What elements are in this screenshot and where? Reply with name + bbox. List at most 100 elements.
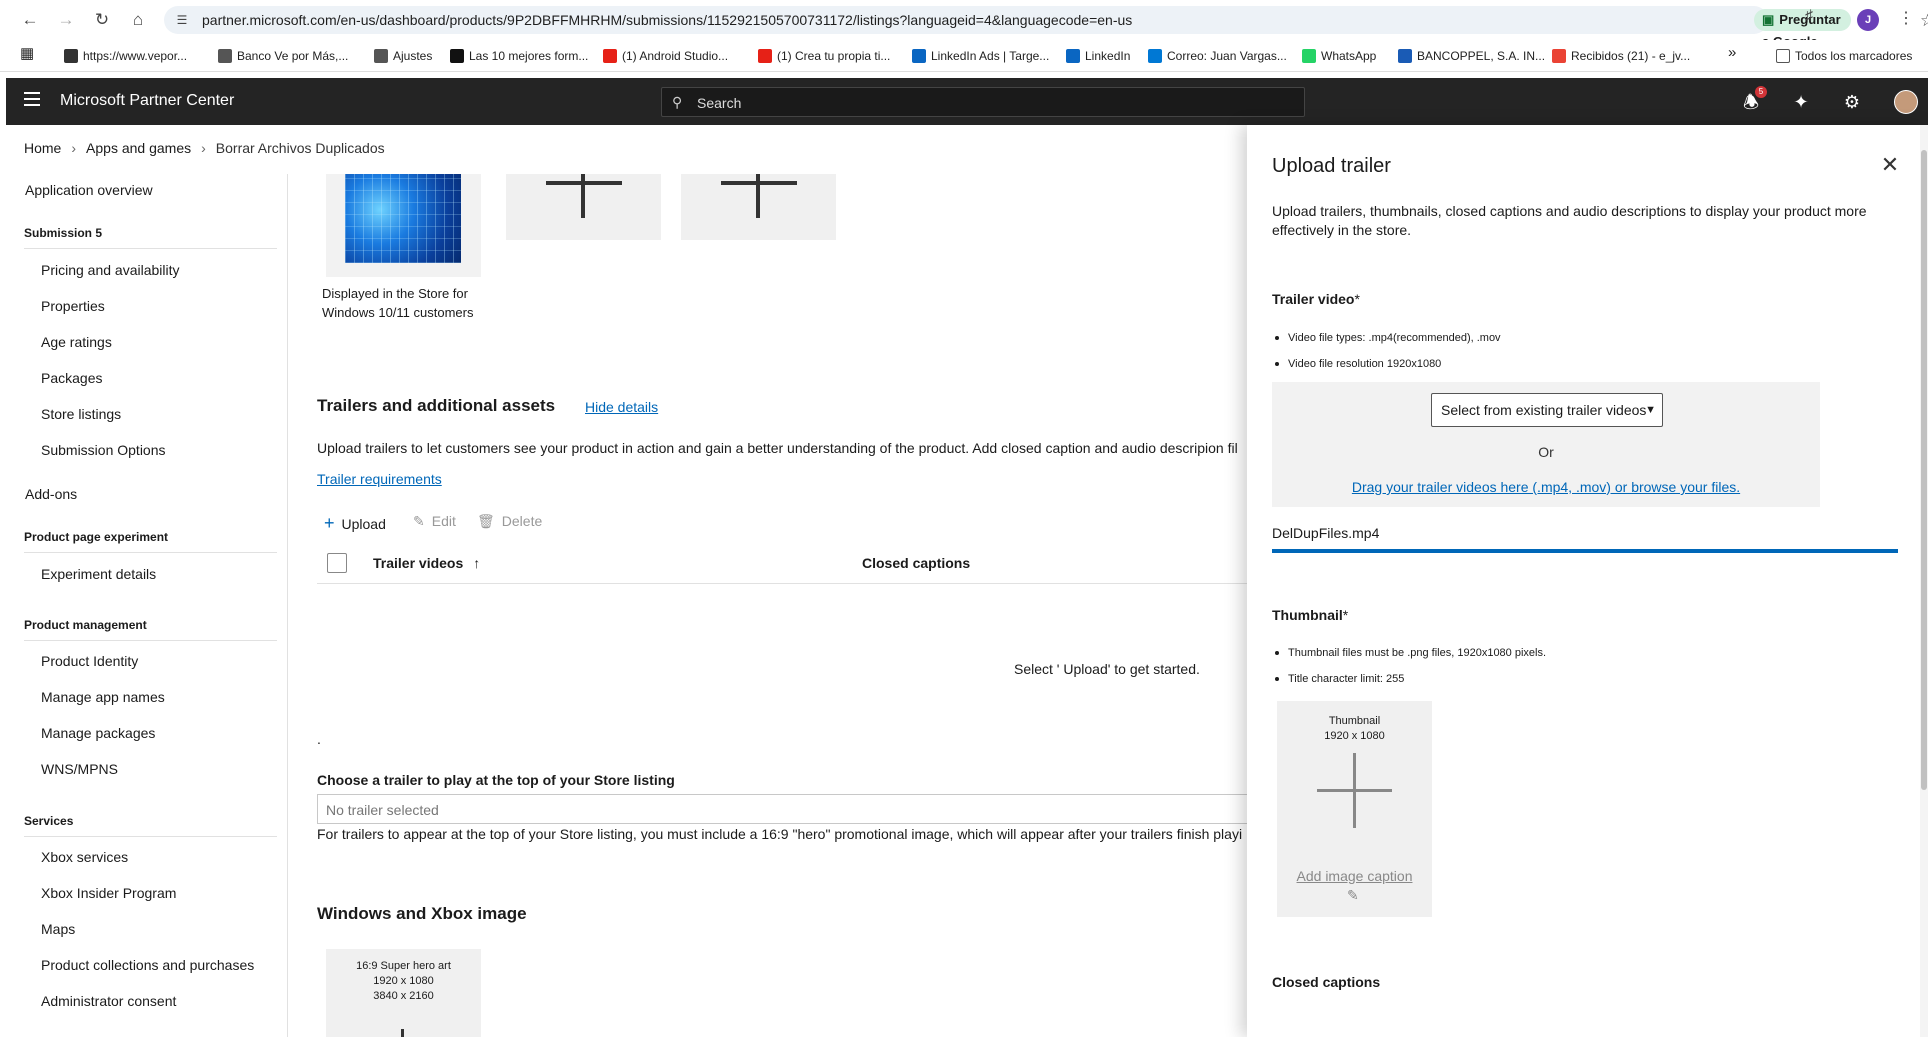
user-avatar[interactable] [1894, 90, 1918, 114]
nav-product-identity[interactable]: Product Identity [41, 653, 138, 669]
bookmark-favicon-icon [1066, 49, 1080, 63]
bookmarks-bar: ▦ https://www.vepor... Banco Ve por Más,.… [0, 40, 1928, 72]
nav-experiment-details[interactable]: Experiment details [41, 566, 156, 582]
thumbnail-upload-tile[interactable]: Thumbnail 1920 x 1080 Add image caption ✎ [1277, 701, 1432, 917]
bookmark-item[interactable]: WhatsApp [1302, 48, 1376, 64]
close-icon[interactable]: ✕ [1878, 153, 1902, 177]
bookmark-favicon-icon [1398, 49, 1412, 63]
settings-gear-icon[interactable]: ⚙ [1840, 90, 1864, 114]
trailer-dropzone[interactable]: Select from existing trailer videos ▼ Or … [1272, 382, 1820, 507]
plus-bar [721, 181, 797, 185]
trailer-requirements-link[interactable]: Trailer requirements [317, 471, 442, 487]
scrollbar-thumb[interactable] [1921, 150, 1927, 790]
address-bar[interactable]: ☰ partner.microsoft.com/en-us/dashboard/… [164, 6, 1928, 49]
choose-trailer-select[interactable]: No trailer selected [317, 794, 1249, 824]
upload-button[interactable]: + Upload [324, 513, 386, 534]
store-logo-image[interactable] [326, 174, 481, 277]
browse-files-link[interactable]: Drag your trailer videos here (.mp4, .mo… [1272, 479, 1820, 495]
plus-bar [1317, 789, 1392, 792]
upload-progress-fill [1272, 549, 1898, 553]
breadcrumb-home[interactable]: Home [24, 140, 61, 156]
panel-description: Upload trailers, thumbnails, closed capt… [1272, 203, 1867, 238]
nav-section-product-management: Product management [24, 618, 277, 641]
add-image-caption-link[interactable]: Add image caption [1277, 868, 1432, 884]
bookmark-item[interactable]: https://www.vepor... [64, 48, 187, 64]
empty-table-message: Select ' Upload' to get started. [1014, 661, 1200, 677]
col-trailer-videos[interactable]: Trailer videos ↑ [373, 555, 480, 571]
nav-xbox-services[interactable]: Xbox services [41, 849, 128, 865]
bookmark-item[interactable]: Recibidos (21) - e_jv... [1552, 48, 1690, 64]
super-hero-art-tile[interactable]: 16:9 Super hero art 1920 x 1080 3840 x 2… [326, 949, 481, 1037]
col-closed-captions[interactable]: Closed captions [862, 555, 970, 571]
nav-administrator-consent[interactable]: Administrator consent [41, 993, 176, 1009]
edit-button[interactable]: ✎ Edit [413, 513, 456, 530]
uploaded-file-name: DelDupFiles.mp4 [1272, 525, 1380, 541]
select-all-checkbox[interactable] [327, 553, 347, 573]
hide-details-link[interactable]: Hide details [585, 399, 658, 415]
all-bookmarks-label: Todos los marcadores [1795, 49, 1913, 63]
required-mark: * [1354, 291, 1360, 307]
existing-trailer-select[interactable]: Select from existing trailer videos ▼ [1431, 393, 1663, 427]
copilot-sparkle-icon[interactable]: ✦ [1789, 90, 1813, 114]
nav-pricing-and-availability[interactable]: Pricing and availability [41, 262, 180, 278]
add-image-tile[interactable] [681, 174, 836, 240]
bookmark-item[interactable]: LinkedIn [1066, 48, 1130, 64]
choose-trailer-placeholder: No trailer selected [326, 802, 439, 818]
nav-product-collections[interactable]: Product collections and purchases [41, 957, 254, 973]
folder-icon [1776, 49, 1790, 63]
site-info-icon[interactable]: ☰ [174, 12, 190, 28]
forward-icon[interactable]: → [54, 8, 78, 32]
url-text[interactable]: partner.microsoft.com/en-us/dashboard/pr… [202, 12, 1132, 28]
or-separator: Or [1538, 444, 1554, 460]
ask-google-button[interactable]: ▣Preguntar a Google [1754, 9, 1851, 49]
bookmark-item[interactable]: Las 10 mejores form... [450, 48, 588, 64]
home-icon[interactable]: ⌂ [126, 8, 150, 32]
add-image-tile[interactable] [506, 174, 661, 240]
bookmark-label: LinkedIn [1085, 49, 1131, 63]
nav-packages[interactable]: Packages [41, 370, 102, 386]
bookmark-item[interactable]: (1) Crea tu propia ti... [758, 48, 890, 64]
back-icon[interactable]: ← [18, 8, 42, 32]
bookmark-item[interactable]: Ajustes [374, 48, 432, 64]
nav-manage-app-names[interactable]: Manage app names [41, 689, 165, 705]
nav-add-ons[interactable]: Add-ons [25, 486, 77, 502]
panel-scrollbar[interactable] [1920, 125, 1928, 1037]
left-navigation: Application overview Submission 5 Pricin… [6, 174, 288, 1037]
trailer-video-label: Trailer video* [1272, 291, 1360, 307]
bookmark-star-icon[interactable]: ☆ [1920, 11, 1928, 31]
nav-xbox-insider-program[interactable]: Xbox Insider Program [41, 885, 176, 901]
nav-properties[interactable]: Properties [41, 298, 105, 314]
all-bookmarks-folder[interactable]: Todos los marcadores [1776, 48, 1912, 64]
upload-progress-bar [1272, 549, 1898, 553]
search-input[interactable]: ⚲ Search [661, 87, 1305, 117]
bookmark-label: BANCOPPEL, S.A. IN... [1417, 49, 1546, 63]
hamburger-menu-icon[interactable] [24, 92, 40, 106]
plus-icon [401, 1029, 404, 1037]
bookmark-item[interactable]: (1) Android Studio... [603, 48, 728, 64]
bookmark-item[interactable]: BANCOPPEL, S.A. IN... [1398, 48, 1545, 64]
plus-icon: + [324, 513, 335, 533]
thumbnail-tile-size: 1920 x 1080 [1324, 730, 1385, 742]
bookmark-item[interactable]: Banco Ve por Más,... [218, 48, 348, 64]
breadcrumb-apps-and-games[interactable]: Apps and games [86, 140, 191, 156]
app-title[interactable]: Microsoft Partner Center [60, 92, 234, 110]
pencil-icon[interactable]: ✎ [1347, 887, 1359, 904]
stray-dot: . [317, 731, 321, 747]
bookmark-item[interactable]: LinkedIn Ads | Targe... [912, 48, 1049, 64]
trailers-description: Upload trailers to let customers see you… [317, 440, 1238, 456]
nav-maps[interactable]: Maps [41, 921, 75, 937]
extensions-icon[interactable]: ♯ [1805, 8, 1813, 26]
nav-submission-options[interactable]: Submission Options [41, 442, 166, 458]
nav-manage-packages[interactable]: Manage packages [41, 725, 155, 741]
nav-age-ratings[interactable]: Age ratings [41, 334, 112, 350]
bookmark-item[interactable]: Correo: Juan Vargas... [1148, 48, 1287, 64]
apps-grid-icon[interactable]: ▦ [20, 46, 34, 62]
delete-button[interactable]: 🗑 Delete [477, 513, 542, 530]
browser-menu-icon[interactable]: ⋮ [1898, 8, 1914, 28]
reload-icon[interactable]: ↻ [90, 8, 114, 32]
profile-avatar[interactable]: J [1857, 9, 1879, 31]
more-bookmarks-icon[interactable]: » [1728, 45, 1736, 61]
nav-application-overview[interactable]: Application overview [25, 182, 153, 198]
nav-store-listings[interactable]: Store listings [41, 406, 121, 422]
nav-wns-mpns[interactable]: WNS/MPNS [41, 761, 118, 777]
